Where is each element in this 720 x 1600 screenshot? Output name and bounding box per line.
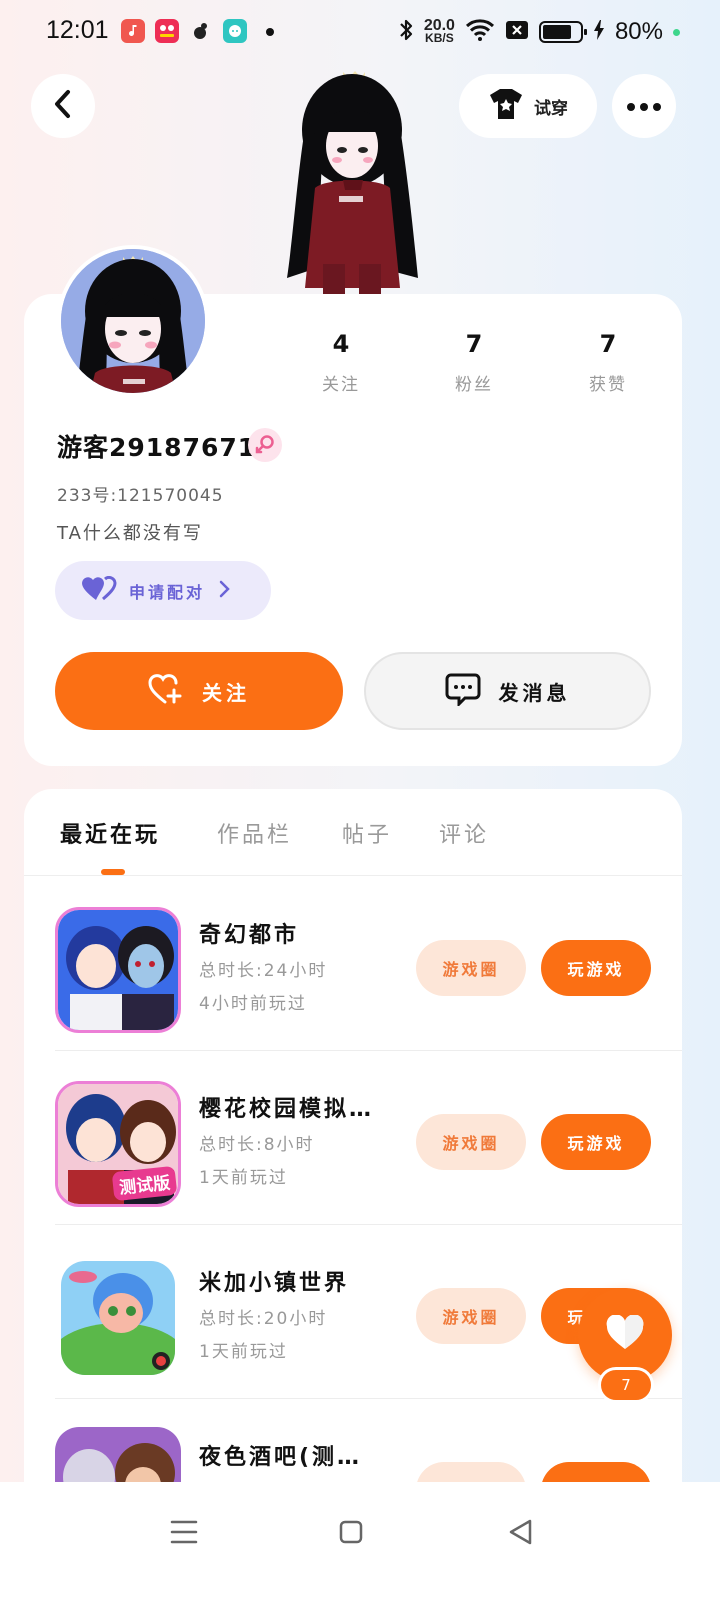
stat-following-value: 4 bbox=[332, 330, 350, 358]
game-last-played: 1天前玩过 bbox=[199, 1168, 288, 1188]
user-id: 233号:121570045 bbox=[57, 486, 224, 506]
avatar[interactable] bbox=[57, 245, 209, 397]
tshirt-icon bbox=[488, 87, 524, 126]
game-circle-button[interactable]: 游戏圈 bbox=[416, 1114, 526, 1170]
tab-recently-played[interactable]: 最近在玩 bbox=[60, 817, 160, 849]
chevron-left-icon bbox=[52, 89, 74, 123]
stat-likes-value: 7 bbox=[599, 330, 617, 358]
status-time: 12:01 bbox=[46, 16, 109, 44]
status-bar: 12:01 20.0 KB/S 80% bbox=[0, 0, 720, 64]
charging-icon bbox=[593, 19, 605, 45]
game-icon bbox=[61, 1261, 175, 1375]
tab-bar: 最近在玩 作品栏 帖子 评论 bbox=[24, 789, 682, 876]
ellipsis-icon bbox=[626, 97, 662, 116]
stat-fans-value: 7 bbox=[465, 330, 483, 358]
game-app-icon bbox=[189, 19, 213, 43]
game-duration: 总时长:8小时 bbox=[199, 1135, 315, 1155]
chat-bubble-icon bbox=[445, 672, 481, 710]
game-circle-button[interactable]: 游戏圈 bbox=[416, 1288, 526, 1344]
content-card: 最近在玩 作品栏 帖子 评论 奇幻都市 总时长:24小时 4小时前玩过 游戏圈 … bbox=[24, 789, 682, 1509]
stat-likes[interactable]: 7 获赞 bbox=[563, 330, 653, 395]
game-name: 夜色酒吧(测… bbox=[199, 1445, 363, 1470]
tab-posts[interactable]: 帖子 bbox=[342, 817, 392, 849]
stat-following-label: 关注 bbox=[322, 375, 360, 395]
stat-fans[interactable]: 7 粉丝 bbox=[429, 330, 519, 395]
shopping-app-icon bbox=[155, 19, 179, 43]
send-message-label: 发消息 bbox=[498, 680, 571, 705]
avatar-figure[interactable] bbox=[285, 68, 420, 294]
status-right: 20.0 KB/S 80% bbox=[398, 14, 680, 50]
try-on-button[interactable]: 试穿 bbox=[459, 74, 597, 138]
hearts-icon bbox=[81, 575, 117, 606]
game-icon: 测试版 bbox=[55, 1081, 181, 1207]
no-sim-icon bbox=[505, 20, 529, 44]
game-last-played: 4小时前玩过 bbox=[199, 994, 307, 1014]
game-duration: 总时长:24小时 bbox=[199, 961, 328, 981]
wifi-icon bbox=[465, 18, 495, 46]
notification-dot bbox=[266, 28, 274, 36]
try-on-label: 试穿 bbox=[534, 98, 568, 119]
more-button[interactable] bbox=[612, 74, 676, 138]
list-item[interactable]: 奇幻都市 总时长:24小时 4小时前玩过 游戏圈 玩游戏 bbox=[55, 877, 682, 1051]
bluetooth-icon bbox=[398, 17, 414, 47]
stat-following[interactable]: 4 关注 bbox=[296, 330, 386, 395]
play-game-button[interactable]: 玩游戏 bbox=[541, 940, 651, 996]
system-nav-bar bbox=[0, 1482, 720, 1600]
list-item[interactable]: 测试版 樱花校园模拟… 总时长:8小时 1天前玩过 游戏圈 玩游戏 bbox=[55, 1051, 682, 1225]
game-last-played: 1天前玩过 bbox=[199, 1342, 288, 1362]
game-name: 樱花校园模拟… bbox=[199, 1097, 375, 1122]
back-button[interactable] bbox=[31, 74, 95, 138]
net-speed: 20.0 KB/S bbox=[423, 17, 455, 45]
send-message-button[interactable]: 发消息 bbox=[364, 652, 651, 730]
battery-percent: 80% bbox=[614, 18, 663, 45]
tab-works[interactable]: 作品栏 bbox=[217, 817, 292, 849]
menu-icon[interactable] bbox=[164, 1512, 204, 1552]
follow-button[interactable]: 关注 bbox=[55, 652, 343, 730]
follow-label: 关注 bbox=[202, 680, 250, 705]
game-name: 奇幻都市 bbox=[199, 923, 300, 948]
stat-likes-label: 获赞 bbox=[589, 375, 627, 395]
like-count-badge: 7 bbox=[598, 1367, 654, 1403]
chat-app-icon bbox=[223, 19, 247, 43]
back-icon[interactable] bbox=[500, 1512, 540, 1552]
pair-request-button[interactable]: 申请配对 bbox=[55, 561, 271, 620]
play-game-button[interactable]: 玩游戏 bbox=[541, 1114, 651, 1170]
chevron-right-icon bbox=[217, 579, 231, 603]
game-duration: 总时长:20小时 bbox=[199, 1309, 328, 1329]
home-icon[interactable] bbox=[331, 1512, 371, 1552]
tab-comments[interactable]: 评论 bbox=[439, 817, 489, 849]
game-name: 米加小镇世界 bbox=[199, 1271, 350, 1296]
female-icon bbox=[248, 428, 282, 462]
user-bio: TA什么都没有写 bbox=[57, 523, 203, 544]
game-circle-button[interactable]: 游戏圈 bbox=[416, 940, 526, 996]
battery-icon bbox=[538, 21, 587, 43]
heart-plus-icon bbox=[148, 672, 184, 710]
privacy-dot bbox=[673, 28, 680, 36]
username: 游客29187671 bbox=[57, 433, 257, 462]
pair-request-label: 申请配对 bbox=[129, 582, 206, 602]
game-icon bbox=[55, 907, 181, 1033]
tab-active-indicator bbox=[101, 869, 125, 875]
heart-icon bbox=[605, 1314, 645, 1355]
stat-fans-label: 粉丝 bbox=[455, 375, 493, 395]
music-app-icon bbox=[121, 19, 145, 43]
